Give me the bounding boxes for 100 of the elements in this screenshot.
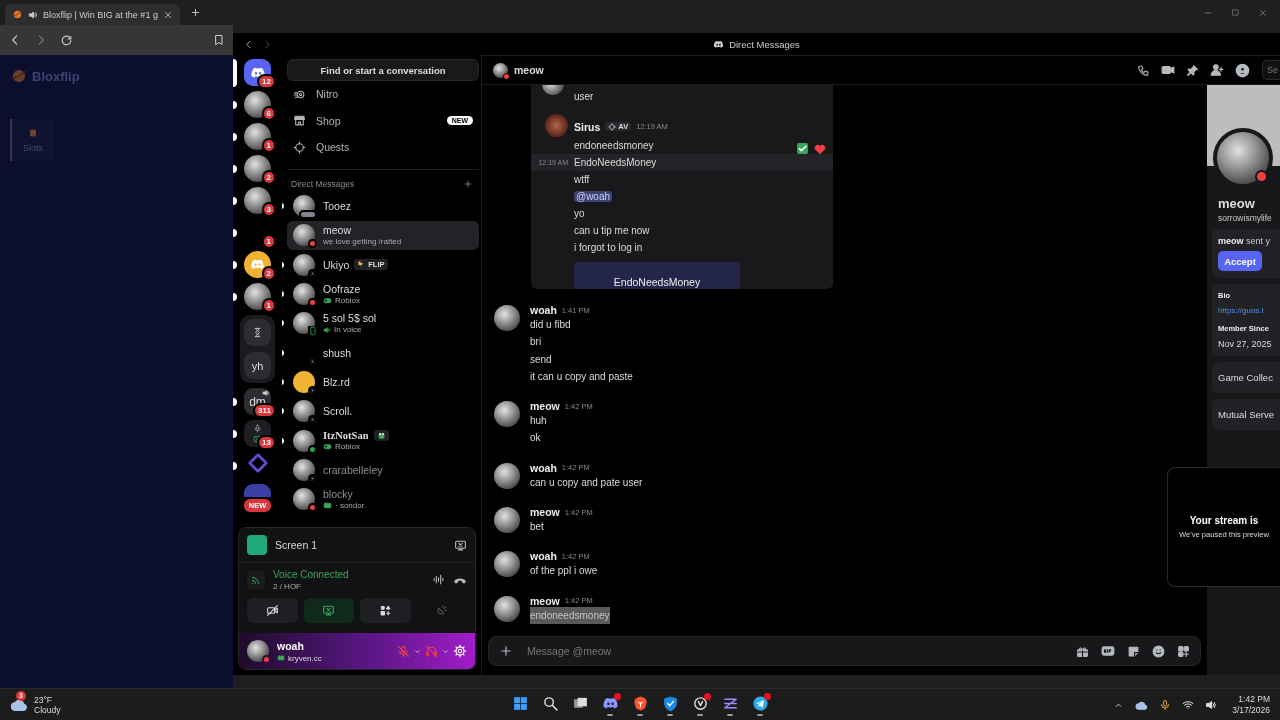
- user-mention[interactable]: @woah: [574, 191, 613, 202]
- message-text: endoneedsmoney: [530, 606, 610, 624]
- server-icon[interactable]: [244, 123, 271, 150]
- tab-title: Bloxflip | Win BIG at the #1 g: [43, 9, 158, 20]
- dm-name: Blz.rd: [323, 375, 350, 388]
- search-button[interactable]: Find or start a conversation: [287, 59, 479, 81]
- voice-status: Voice Connected: [273, 568, 350, 580]
- apps-icon[interactable]: [1177, 644, 1190, 658]
- server-icon[interactable]: [244, 283, 271, 310]
- stop-stream-icon[interactable]: [454, 538, 467, 552]
- dm-name: Oofraze: [323, 283, 361, 296]
- nav-label: Nitro: [316, 88, 339, 101]
- clock-date: 3/17/2026: [1232, 705, 1270, 716]
- plus-icon[interactable]: [189, 7, 201, 18]
- heart-icon[interactable]: [813, 142, 827, 156]
- wifi-icon[interactable]: [1182, 699, 1195, 711]
- add-friend-icon[interactable]: [1210, 63, 1224, 77]
- voice-control-button[interactable]: [360, 598, 411, 623]
- waveform-icon[interactable]: [432, 573, 445, 586]
- gift-icon[interactable]: [1076, 644, 1089, 658]
- dm-item[interactable]: shush: [287, 338, 479, 368]
- screen-share-icon: [322, 604, 336, 617]
- member-since-date: Nov 27, 2025: [1218, 339, 1273, 349]
- reload-icon[interactable]: [60, 33, 73, 47]
- close-icon[interactable]: [162, 9, 173, 20]
- bookmark-icon[interactable]: [213, 34, 225, 46]
- server-icon[interactable]: [244, 319, 271, 346]
- volume-icon[interactable]: [1205, 699, 1218, 711]
- dm-item[interactable]: Blz.rd: [287, 367, 479, 397]
- profile-name: meow: [1218, 196, 1256, 211]
- link-card[interactable]: EndoNeedsMoney: [574, 262, 740, 289]
- message-composer[interactable]: Message @meow: [488, 636, 1201, 666]
- gif-icon[interactable]: [1101, 644, 1115, 658]
- avatar: [545, 114, 568, 137]
- server-icon[interactable]: yh: [244, 352, 271, 379]
- message-text: can u copy and pate user: [530, 475, 643, 490]
- message-input[interactable]: Message @meow: [525, 644, 1064, 658]
- dm-name: crarabelleley: [323, 463, 383, 476]
- server-icon[interactable]: [244, 187, 271, 214]
- diamond-icon[interactable]: [246, 452, 269, 474]
- user-profile-icon[interactable]: [1235, 62, 1250, 78]
- dm-item[interactable]: Scroll.: [287, 396, 479, 426]
- speaker-icon: [323, 325, 331, 334]
- dm-item[interactable]: ItzNotSan Roblox: [287, 425, 479, 456]
- user-status-text: kryven.cc: [288, 653, 322, 663]
- discord-logo-icon: [713, 38, 725, 50]
- gamepad-icon: [323, 442, 332, 451]
- site-logo: Bloxflip: [32, 68, 80, 84]
- profile-section[interactable]: Game Collec: [1212, 362, 1280, 393]
- author-name: Sirus: [574, 120, 601, 133]
- dm-item[interactable]: meow we love getting /ratted: [287, 220, 479, 251]
- temperature: 23°F: [34, 695, 54, 705]
- dm-item[interactable]: crarabelleley: [287, 455, 479, 485]
- message-text: user: [574, 90, 594, 102]
- voice-call-icon[interactable]: [1137, 63, 1150, 77]
- activity-text: Roblox: [335, 296, 360, 306]
- plus-icon[interactable]: [499, 644, 513, 658]
- message-text: bet: [530, 520, 544, 535]
- author-name: meow: [530, 594, 560, 607]
- message-text: bri: [530, 335, 542, 350]
- shop-icon: [293, 114, 306, 128]
- bio-link[interactable]: https://guns.l: [1218, 306, 1280, 315]
- settings-icon[interactable]: [453, 644, 467, 658]
- voice-control-button[interactable]: [247, 598, 298, 623]
- unread-count: 12: [257, 74, 276, 89]
- shield-icon: [661, 694, 679, 712]
- pin-icon[interactable]: [1186, 63, 1199, 77]
- tag-icon: [608, 122, 617, 131]
- server-icon[interactable]: [244, 91, 271, 118]
- dm-name: blocky: [323, 488, 353, 501]
- dm-item[interactable]: 5 sol 5$ sol In voice: [287, 308, 479, 338]
- maximize-icon[interactable]: [1231, 7, 1240, 17]
- dm-name: Scroll.: [323, 405, 353, 418]
- search-field[interactable]: Se: [1262, 60, 1280, 80]
- video-call-icon[interactable]: [1161, 63, 1175, 77]
- server-icon[interactable]: [244, 155, 271, 182]
- message-text: ok: [530, 431, 541, 446]
- message-text: of the ppl i owe: [530, 564, 598, 579]
- server-folder[interactable]: yh: [240, 315, 275, 383]
- accept-button[interactable]: Accept: [1218, 251, 1262, 271]
- microphone-icon[interactable]: [1159, 699, 1172, 711]
- browser-tab[interactable]: Bloxflip | Win BIG at the #1 g: [5, 4, 180, 25]
- server-icon[interactable]: [244, 251, 271, 278]
- nav-item[interactable]: Quests: [287, 134, 479, 161]
- dm-name: Tooez: [323, 200, 352, 213]
- sticker-icon[interactable]: [1127, 644, 1140, 658]
- nav-item[interactable]: Nitro: [287, 81, 479, 108]
- author-name: woah: [530, 304, 557, 316]
- close-icon[interactable]: [1258, 7, 1268, 18]
- emoji-icon[interactable]: [1152, 644, 1165, 658]
- check-mark-icon[interactable]: [796, 142, 809, 155]
- gamepad-icon: [323, 296, 332, 306]
- weather-condition: Cloudy: [34, 705, 61, 715]
- dm-item[interactable]: Tooez: [287, 191, 479, 221]
- popup-title: Your stream is: [1189, 515, 1259, 526]
- avatar: [494, 595, 520, 622]
- voice-channel: 2 / HOF: [273, 581, 302, 591]
- profile-section[interactable]: Mutual Serve: [1212, 399, 1280, 430]
- dm-item[interactable]: Oofraze Roblox: [287, 279, 479, 309]
- dm-item[interactable]: blocky · sondor.: [287, 484, 479, 514]
